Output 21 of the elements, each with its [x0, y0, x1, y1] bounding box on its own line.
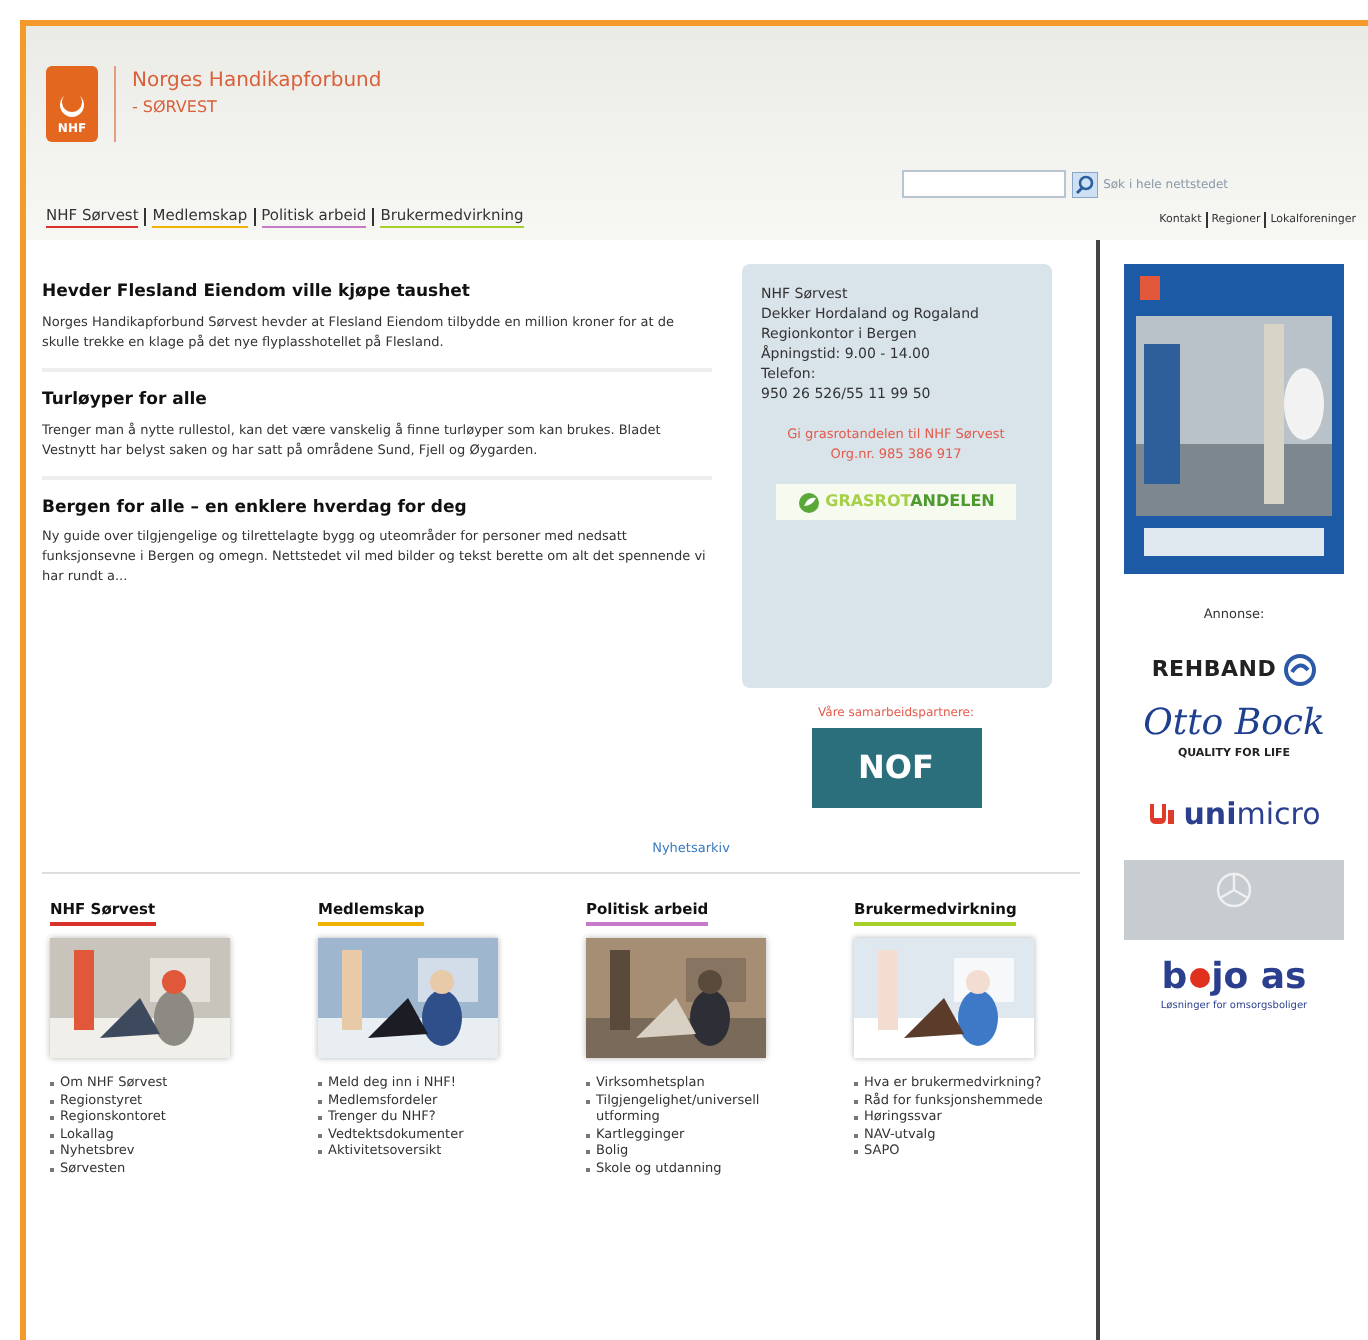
partner-logo-text: NOF [858, 746, 934, 790]
ottobock-text: Otto Bock [1143, 702, 1325, 747]
partner-logo[interactable]: NOF [811, 728, 981, 808]
rehband-text: REHBAND [1151, 653, 1277, 686]
news-title[interactable]: Bergen for alle – en enklere hverdag for deg [42, 495, 712, 521]
rehband-logo[interactable]: REHBAND [1151, 653, 1317, 687]
leaf-icon [797, 491, 820, 513]
search-field[interactable] [901, 170, 1066, 198]
search-icon[interactable] [1071, 171, 1098, 197]
grasrot-text: GRASROTANDELEN [825, 490, 995, 514]
site-subtitle: - SØRVEST [132, 96, 219, 120]
news-title[interactable]: Hevder Flesland Eiendom ville kjøpe taushet [42, 280, 712, 306]
crescent-icon [58, 92, 86, 120]
car-brand-logo[interactable] [1124, 860, 1344, 940]
site-title: Norges Handikapforbund [132, 68, 382, 96]
bojo-text: b jo as [1161, 956, 1307, 1000]
unimicro-text: unimicro [1183, 793, 1321, 835]
news-title[interactable]: Turløyper for alle [42, 387, 712, 413]
swirl-icon [1284, 654, 1317, 686]
unimicro-logo[interactable]: unimicro [1147, 791, 1321, 836]
u-mark-icon [1147, 801, 1176, 826]
